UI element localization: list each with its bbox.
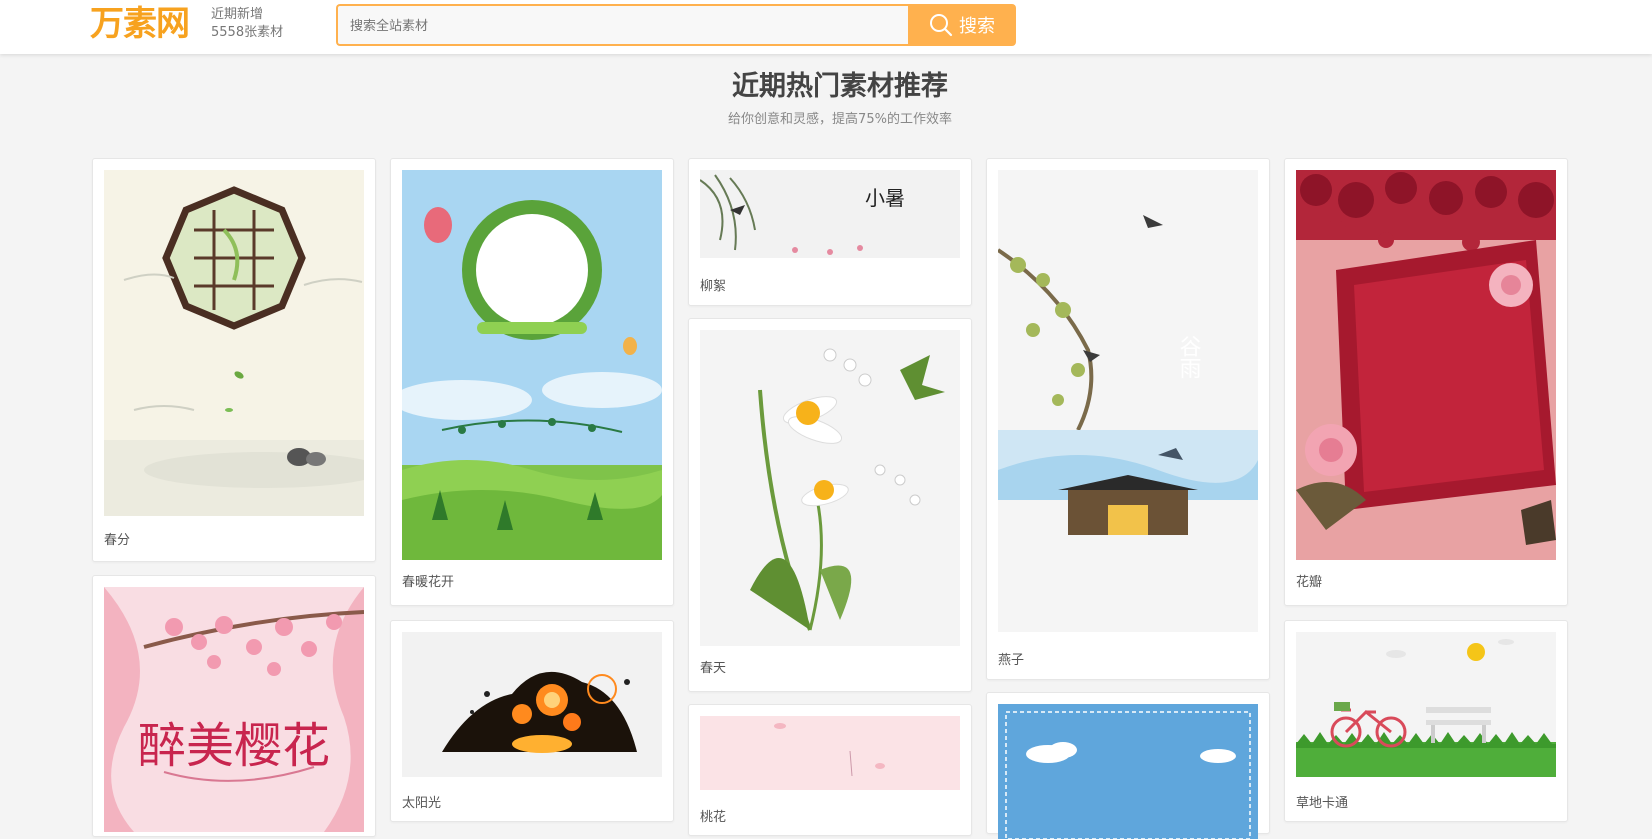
- asset-thumbnail[interactable]: 小暑: [700, 170, 960, 258]
- asset-title[interactable]: 太阳光: [402, 792, 441, 811]
- asset-thumbnail[interactable]: [1296, 170, 1556, 560]
- asset-thumbnail[interactable]: 谷雨: [998, 170, 1258, 632]
- search-input[interactable]: [338, 6, 892, 46]
- asset-title[interactable]: 草地卡通: [1296, 792, 1348, 811]
- top-header: 万素网 近期新增 5558张素材 搜索: [0, 0, 1652, 54]
- asset-card-chuntian[interactable]: 春天: [688, 318, 972, 692]
- sakura-title-text: 醉美樱花: [138, 718, 330, 774]
- asset-thumbnail[interactable]: [402, 632, 662, 777]
- xiaoshu-text: 小暑: [865, 186, 905, 210]
- search-box: [336, 4, 910, 46]
- new-assets-line1: 近期新增: [211, 7, 264, 22]
- asset-title[interactable]: 春分: [104, 529, 130, 548]
- asset-thumbnail[interactable]: [700, 330, 960, 646]
- asset-card-caodi[interactable]: 草地卡通: [1284, 620, 1568, 822]
- asset-card-yanzi[interactable]: 谷雨 燕子: [986, 158, 1270, 680]
- site-logo[interactable]: 万素网: [90, 4, 208, 44]
- asset-thumbnail[interactable]: [104, 170, 364, 516]
- asset-card-taohua[interactable]: 桃花: [688, 704, 972, 836]
- asset-card-sky[interactable]: [986, 692, 1270, 839]
- asset-title[interactable]: 燕子: [998, 649, 1024, 668]
- asset-thumbnail[interactable]: [998, 704, 1258, 839]
- asset-title[interactable]: 春天: [700, 657, 726, 676]
- asset-thumbnail[interactable]: [402, 170, 662, 560]
- section-subtitle: 给你创意和灵感，提高75%的工作效率: [728, 112, 952, 127]
- section-title: 近期热门素材推荐: [732, 71, 948, 102]
- asset-card-chunfen[interactable]: 春分: [92, 158, 376, 562]
- asset-thumbnail[interactable]: 醉美樱花: [104, 587, 364, 832]
- asset-title[interactable]: 桃花: [700, 806, 726, 825]
- asset-card-sunlight[interactable]: 太阳光: [390, 620, 674, 822]
- guyu-text: 谷雨: [1176, 335, 1202, 379]
- asset-card-huaban[interactable]: 花瓣: [1284, 158, 1568, 606]
- search-button-label: 搜索: [959, 16, 995, 37]
- new-assets-count: 5558张素材: [211, 25, 284, 40]
- asset-title[interactable]: 柳絮: [700, 275, 726, 294]
- asset-title[interactable]: 春暖花开: [402, 571, 454, 590]
- asset-thumbnail[interactable]: [700, 716, 960, 790]
- asset-card-liuxu[interactable]: 小暑 柳絮: [688, 158, 972, 306]
- search-icon: [930, 14, 953, 37]
- asset-card-chunnuan[interactable]: 春暖花开: [390, 158, 674, 606]
- asset-card-sakura[interactable]: 醉美樱花: [92, 575, 376, 837]
- asset-title[interactable]: 花瓣: [1296, 571, 1322, 590]
- search-button[interactable]: 搜索: [908, 4, 1016, 46]
- asset-thumbnail[interactable]: [1296, 632, 1556, 777]
- new-assets-info: 近期新增 5558张素材: [211, 6, 283, 42]
